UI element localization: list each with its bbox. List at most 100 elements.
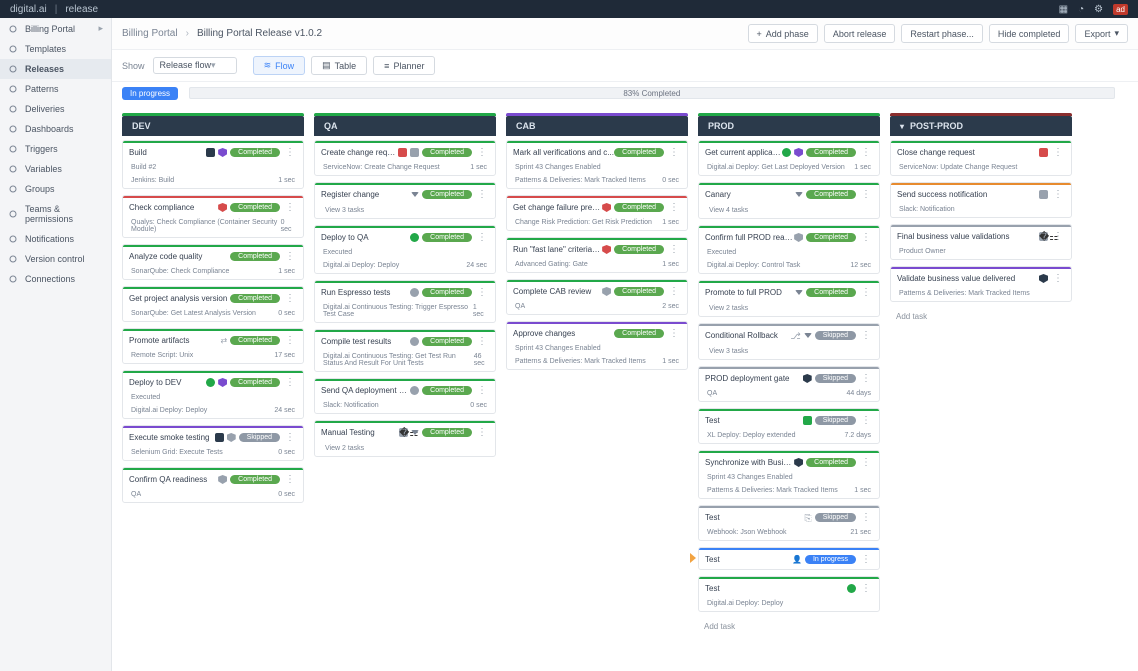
- task-card[interactable]: Check complianceCompleted⋮Qualys: Check …: [122, 195, 304, 238]
- task-card[interactable]: Close change request⋮ServiceNow: Update …: [890, 140, 1072, 176]
- expand-tasks-link[interactable]: View 2 tasks: [699, 302, 879, 316]
- task-card[interactable]: Synchronize with Business ...Completed⋮S…: [698, 450, 880, 499]
- task-card[interactable]: Promote to full PRODCompleted⋮View 2 tas…: [698, 280, 880, 317]
- task-card[interactable]: Create change requestCompleted⋮ServiceNo…: [314, 140, 496, 176]
- add-task-link[interactable]: Add task: [890, 308, 1072, 325]
- expand-tasks-link[interactable]: View 2 tasks: [315, 442, 495, 456]
- kebab-menu-icon[interactable]: ⋮: [667, 147, 681, 158]
- sidebar-item-patterns[interactable]: Patterns: [0, 79, 111, 99]
- task-card[interactable]: Register changeCompleted⋮View 3 tasks: [314, 182, 496, 219]
- help-icon[interactable]: ◔: [1078, 4, 1084, 15]
- sidebar-item-billing-portal[interactable]: Billing Portal▸: [0, 18, 111, 39]
- view-planner-button[interactable]: ≡Planner: [373, 56, 435, 75]
- column-header[interactable]: PROD: [698, 116, 880, 136]
- kebab-menu-icon[interactable]: ⋮: [283, 251, 297, 262]
- column-header[interactable]: POST-PROD: [890, 116, 1072, 136]
- kebab-menu-icon[interactable]: ⋮: [283, 432, 297, 443]
- kebab-menu-icon[interactable]: ⋮: [283, 202, 297, 213]
- view-flow-button[interactable]: ≋Flow: [253, 56, 306, 75]
- kebab-menu-icon[interactable]: ⋮: [1051, 273, 1065, 284]
- task-card[interactable]: PROD deployment gateSkipped⋮QA44 days: [698, 366, 880, 402]
- task-card[interactable]: Send success notification⋮Slack: Notific…: [890, 182, 1072, 218]
- column-header[interactable]: QA: [314, 116, 496, 136]
- show-select[interactable]: Release flow ▾: [153, 57, 237, 74]
- task-card[interactable]: Analyze code qualityCompleted⋮SonarQube:…: [122, 244, 304, 280]
- kebab-menu-icon[interactable]: ⋮: [859, 189, 873, 200]
- sidebar-item-version-control[interactable]: Version control: [0, 249, 111, 269]
- kebab-menu-icon[interactable]: ⋮: [283, 293, 297, 304]
- kebab-menu-icon[interactable]: ⋮: [475, 189, 489, 200]
- kebab-menu-icon[interactable]: ⋮: [1051, 231, 1065, 242]
- kebab-menu-icon[interactable]: ⋮: [475, 385, 489, 396]
- kebab-menu-icon[interactable]: ⋮: [859, 554, 873, 565]
- expand-tasks-link[interactable]: View 3 tasks: [699, 345, 879, 359]
- kebab-menu-icon[interactable]: ⋮: [475, 232, 489, 243]
- sidebar-item-variables[interactable]: Variables: [0, 159, 111, 179]
- kebab-menu-icon[interactable]: ⋮: [667, 328, 681, 339]
- task-card[interactable]: Get project analysis versionCompleted⋮So…: [122, 286, 304, 322]
- sidebar-item-templates[interactable]: Templates: [0, 39, 111, 59]
- kebab-menu-icon[interactable]: ⋮: [859, 457, 873, 468]
- kebab-menu-icon[interactable]: ⋮: [475, 147, 489, 158]
- task-card[interactable]: Get change failure predictionCompleted⋮C…: [506, 195, 688, 231]
- task-card[interactable]: Deploy to DEVCompleted⋮ExecutedDigital.a…: [122, 370, 304, 419]
- sidebar-item-dashboards[interactable]: Dashboards: [0, 119, 111, 139]
- task-card[interactable]: Mark all verifications and c...Completed…: [506, 140, 688, 189]
- gear-icon[interactable]: ⚙: [1094, 4, 1103, 15]
- add-task-link[interactable]: Add task: [698, 618, 880, 635]
- view-table-button[interactable]: ▤Table: [311, 56, 367, 75]
- kebab-menu-icon[interactable]: ⋮: [667, 202, 681, 213]
- task-card[interactable]: Send QA deployment notif...Completed⋮Sla…: [314, 378, 496, 414]
- kebab-menu-icon[interactable]: ⋮: [283, 377, 297, 388]
- task-card[interactable]: Confirm QA readinessCompleted⋮QA0 sec: [122, 467, 304, 503]
- avatar-icon[interactable]: ad: [1113, 4, 1128, 15]
- add-phase-button[interactable]: +Add phase: [748, 24, 818, 43]
- kebab-menu-icon[interactable]: ⋮: [859, 512, 873, 523]
- task-card[interactable]: Test👤In progress⋮: [698, 547, 880, 570]
- restart-phase-button[interactable]: Restart phase...: [901, 24, 983, 43]
- kebab-menu-icon[interactable]: ⋮: [667, 244, 681, 255]
- task-card[interactable]: Promote artifacts⇄Completed⋮Remote Scrip…: [122, 328, 304, 364]
- hide-completed-button[interactable]: Hide completed: [989, 24, 1070, 43]
- task-card[interactable]: Complete CAB reviewCompleted⋮QA2 sec: [506, 279, 688, 315]
- task-card[interactable]: CanaryCompleted⋮View 4 tasks: [698, 182, 880, 219]
- kebab-menu-icon[interactable]: ⋮: [859, 232, 873, 243]
- sidebar-item-groups[interactable]: Groups: [0, 179, 111, 199]
- kebab-menu-icon[interactable]: ⋮: [283, 474, 297, 485]
- task-card[interactable]: Validate business value delivered⋮Patter…: [890, 266, 1072, 302]
- sidebar-item-notifications[interactable]: Notifications: [0, 229, 111, 249]
- kebab-menu-icon[interactable]: ⋮: [1051, 147, 1065, 158]
- task-card[interactable]: Get current application ...Completed⋮Dig…: [698, 140, 880, 176]
- export-button[interactable]: Export▾: [1075, 24, 1128, 43]
- task-card[interactable]: Final business value validations�⚏⋮Produ…: [890, 224, 1072, 260]
- task-card[interactable]: Execute smoke testingSkipped⋮Selenium Gr…: [122, 425, 304, 461]
- kebab-menu-icon[interactable]: ⋮: [859, 147, 873, 158]
- task-card[interactable]: BuildCompleted⋮Build #2Jenkins: Build1 s…: [122, 140, 304, 189]
- task-card[interactable]: Deploy to QACompleted⋮ExecutedDigital.ai…: [314, 225, 496, 274]
- task-card[interactable]: Run Espresso testsCompleted⋮Digital.ai C…: [314, 280, 496, 323]
- sidebar-item-releases[interactable]: Releases: [0, 59, 111, 79]
- kebab-menu-icon[interactable]: ⋮: [475, 287, 489, 298]
- task-card[interactable]: Confirm full PROD readinessCompleted⋮Exe…: [698, 225, 880, 274]
- kebab-menu-icon[interactable]: ⋮: [859, 583, 873, 594]
- task-card[interactable]: Approve changesCompleted⋮Sprint 43 Chang…: [506, 321, 688, 370]
- sidebar-item-teams-permissions[interactable]: Teams & permissions: [0, 199, 111, 229]
- task-card[interactable]: Manual Testing�⚏Completed⋮View 2 tasks: [314, 420, 496, 457]
- kebab-menu-icon[interactable]: ⋮: [1051, 189, 1065, 200]
- task-card[interactable]: Test⋮Digital.ai Deploy: Deploy: [698, 576, 880, 612]
- breadcrumb-root[interactable]: Billing Portal: [122, 28, 178, 39]
- task-card[interactable]: Compile test resultsCompleted⋮Digital.ai…: [314, 329, 496, 372]
- kebab-menu-icon[interactable]: ⋮: [283, 147, 297, 158]
- kebab-menu-icon[interactable]: ⋮: [859, 330, 873, 341]
- kebab-menu-icon[interactable]: ⋮: [475, 427, 489, 438]
- grid-icon[interactable]: ▦: [1059, 4, 1068, 15]
- task-card[interactable]: Test⎘Skipped⋮Webhook: Json Webhook21 sec: [698, 505, 880, 541]
- column-header[interactable]: CAB: [506, 116, 688, 136]
- expand-tasks-link[interactable]: View 3 tasks: [315, 204, 495, 218]
- sidebar-item-triggers[interactable]: Triggers: [0, 139, 111, 159]
- sidebar-item-connections[interactable]: Connections: [0, 269, 111, 289]
- kebab-menu-icon[interactable]: ⋮: [859, 287, 873, 298]
- sidebar-item-deliveries[interactable]: Deliveries: [0, 99, 111, 119]
- column-header[interactable]: DEV: [122, 116, 304, 136]
- kebab-menu-icon[interactable]: ⋮: [859, 373, 873, 384]
